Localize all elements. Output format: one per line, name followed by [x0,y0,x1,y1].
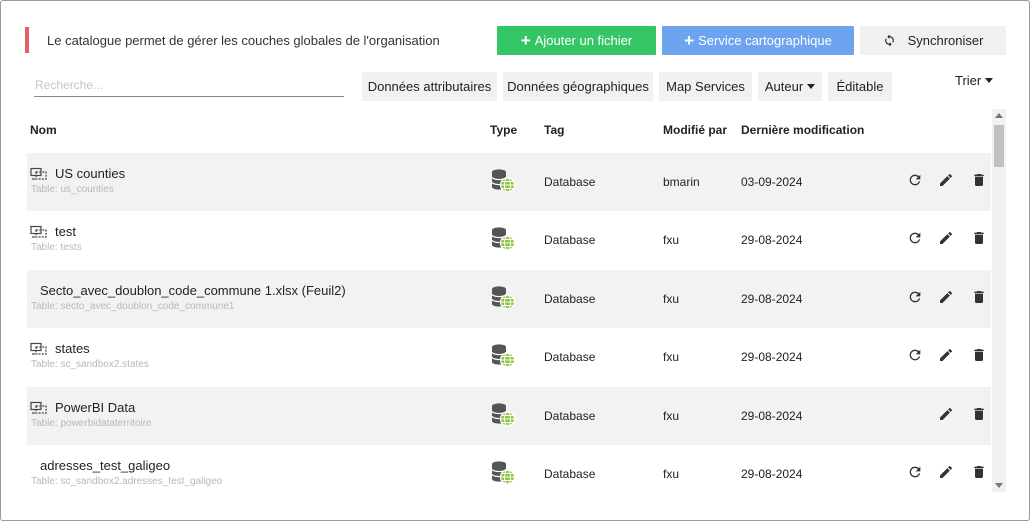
notice-text: Le catalogue permet de gérer les couches… [47,32,440,48]
pencil-icon[interactable] [938,347,954,363]
row-last-modified: 29-08-2024 [741,466,803,481]
pencil-icon[interactable] [938,406,954,422]
row-last-modified: 29-08-2024 [741,233,803,248]
filter-map-services[interactable]: Map Services [659,72,752,101]
database-globe-icon [490,402,516,433]
table-row[interactable]: adresses_test_galigeo Table: sc_sandbox2.… [27,445,991,503]
row-modified-by: fxu [663,233,680,248]
refresh-icon[interactable] [907,230,923,246]
database-globe-icon [490,168,516,199]
sort-label: Trier [955,73,982,88]
row-tag: Database [544,175,596,189]
database-globe-icon [490,226,516,257]
pencil-icon[interactable] [938,172,954,188]
table-row[interactable]: PowerBI Data Table: powerbidataterritoire… [27,386,991,445]
trash-icon[interactable] [971,347,987,363]
column-header-tag[interactable]: Tag [544,123,564,137]
catalog-table-body: US counties Table: us_counties Database bma… [27,153,991,503]
filter-map-services-label: Map Services [666,79,745,94]
chevron-down-icon [985,78,994,83]
row-table-name: Table: us_counties [31,184,114,195]
row-name: PowerBI Data [55,399,136,415]
filter-attribute-label: Données attributaires [367,79,492,94]
row-tag: Database [544,408,596,423]
filter-attribute-data[interactable]: Données attributaires [362,72,497,101]
table-row[interactable]: Secto_avec_doublon_code_commune 1.xlsx (… [27,269,991,329]
refresh-icon[interactable] [907,347,923,363]
filter-editable-label: Éditable [836,79,884,94]
info-notice: Le catalogue permet de gérer les couches… [25,27,440,53]
row-table-name: Table: secto_avec_doublon_code_commune1 [31,300,235,312]
table-row[interactable]: US counties Table: us_counties Database bma… [27,153,991,212]
row-modified-by: fxu [663,291,680,306]
vertical-scrollbar[interactable] [992,109,1006,492]
refresh-icon[interactable] [907,464,923,480]
row-table-name: Table: powerbidataterritoire [31,417,152,429]
filter-author-label: Auteur [764,79,804,94]
refresh-icon[interactable] [907,289,923,305]
trash-icon[interactable] [971,230,987,246]
row-last-modified: 29-08-2024 [741,408,803,423]
add-file-button[interactable]: + Ajouter un fichier [497,26,656,55]
row-name: test [55,224,76,240]
row-modified-by: fxu [663,466,680,481]
catalog-panel: Le catalogue permet de gérer les couches… [0,0,1030,521]
row-last-modified: 03-09-2024 [741,175,803,189]
row-name: Secto_avec_doublon_code_commune 1.xlsx (… [40,282,346,298]
trash-icon[interactable] [971,172,987,188]
row-name: adresses_test_galigeo [40,457,171,473]
map-service-button[interactable]: + Service cartographique [662,26,854,55]
table-header: Nom Type Tag Modifié par Dernière modifi… [1,123,991,139]
filter-geographic-data[interactable]: Données géographiques [503,72,653,101]
sort-dropdown[interactable]: Trier [955,73,994,88]
scrollbar-thumb[interactable] [994,125,1004,167]
database-globe-icon [490,460,516,491]
row-modified-by: bmarin [663,175,700,189]
column-header-name[interactable]: Nom [30,123,57,137]
table-row[interactable]: test Table: tests Database fxu 29-08-2024 [27,211,991,269]
trash-icon[interactable] [971,289,987,305]
plus-icon: + [684,31,695,50]
row-last-modified: 29-08-2024 [741,350,803,365]
row-modified-by: fxu [663,350,680,365]
sync-label: Synchroniser [907,33,984,48]
scroll-up-arrow-icon[interactable] [995,113,1003,118]
column-header-modified-by[interactable]: Modifié par [663,123,727,137]
sync-icon [883,34,896,47]
row-name: states [55,341,90,357]
row-table-name: Table: sc_sandbox2.adresses_test_galigeo [31,475,223,487]
scroll-down-arrow-icon[interactable] [995,483,1003,488]
sync-button[interactable]: Synchroniser [860,26,1006,55]
database-globe-icon [490,343,516,374]
row-tag: Database [544,233,596,248]
trash-icon[interactable] [971,406,987,422]
column-header-last-modified[interactable]: Dernière modification [741,123,864,137]
pencil-icon[interactable] [938,230,954,246]
filter-editable[interactable]: Éditable [828,72,892,101]
row-table-name: Table: tests [31,242,82,254]
trash-icon[interactable] [971,464,987,480]
row-table-name: Table: sc_sandbox2.states [31,359,149,371]
pencil-icon[interactable] [938,464,954,480]
column-header-type[interactable]: Type [490,123,517,137]
plus-icon: + [520,31,531,50]
row-tag: Database [544,291,596,306]
row-tag: Database [544,466,596,481]
database-globe-icon [490,285,516,316]
filter-author-dropdown[interactable]: Auteur [758,72,822,101]
search-input[interactable] [34,73,344,97]
table-row[interactable]: states Table: sc_sandbox2.states Database f… [27,328,991,386]
map-service-label: Service cartographique [698,33,832,48]
pencil-icon[interactable] [938,289,954,305]
refresh-icon[interactable] [907,172,923,188]
filter-geographic-label: Données géographiques [507,79,649,94]
row-name: US counties [55,166,126,181]
chevron-down-icon [807,84,816,89]
row-last-modified: 29-08-2024 [741,291,803,306]
row-modified-by: fxu [663,408,680,423]
add-file-label: Ajouter un fichier [534,33,633,48]
notice-accent-bar [25,27,29,53]
row-tag: Database [544,350,596,365]
